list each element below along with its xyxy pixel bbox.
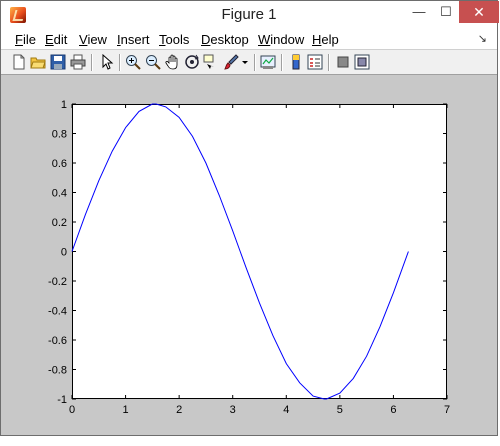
x-tick-label: 4 bbox=[283, 404, 289, 416]
y-tick-label: 0.2 bbox=[52, 217, 67, 229]
x-tick-label: 2 bbox=[176, 404, 182, 416]
y-tick-label: -1 bbox=[57, 394, 67, 406]
y-tick-label: 0.4 bbox=[52, 188, 67, 200]
status-strip bbox=[0, 436, 500, 446]
chart-svg: 0 1 2 3 4 5 6 7 -1 -0.8 -0.6 -0.4 -0.2 0 0.2 0.4 0.6 0.8 1 bbox=[48, 99, 450, 416]
y-tick-label: 0 bbox=[61, 247, 67, 259]
y-tick-label: -0.8 bbox=[48, 365, 67, 377]
x-tick-label: 3 bbox=[230, 404, 236, 416]
x-tick-label: 5 bbox=[337, 404, 343, 416]
x-tick-label: 1 bbox=[123, 404, 129, 416]
x-tick-label: 6 bbox=[390, 404, 396, 416]
y-tick-label: 1 bbox=[61, 99, 67, 111]
y-tick-label: 0.6 bbox=[52, 158, 67, 170]
figure-window: Figure 1 — ☐ ✕ File Edit View Insert Too… bbox=[0, 0, 499, 436]
y-tick-label: -0.4 bbox=[48, 306, 67, 318]
series-line bbox=[71, 103, 409, 400]
y-tick-label: 0.8 bbox=[52, 129, 67, 141]
y-tick-label: -0.2 bbox=[48, 276, 67, 288]
y-tick-label: -0.6 bbox=[48, 335, 67, 347]
x-tick-label: 0 bbox=[69, 404, 75, 416]
x-tick-label: 7 bbox=[444, 404, 450, 416]
